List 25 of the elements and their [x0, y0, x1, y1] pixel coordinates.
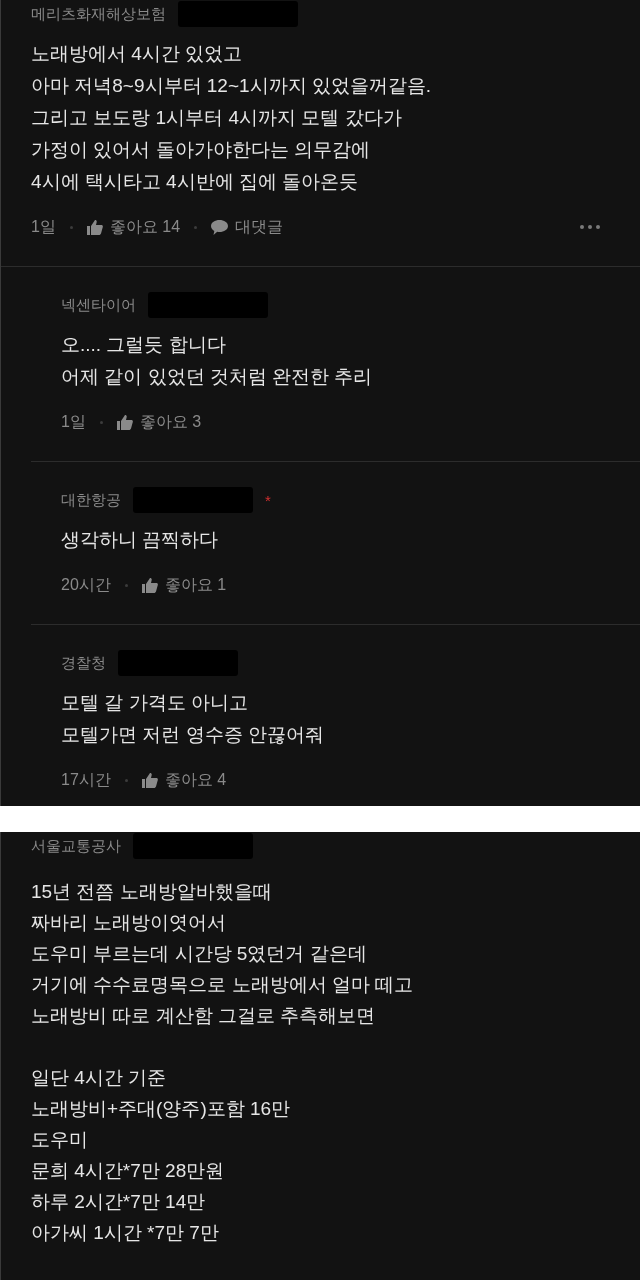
like-button[interactable]: 좋아요 1 [141, 574, 227, 596]
like-button[interactable]: 좋아요 4 [141, 769, 227, 791]
comment-text: 오.... 그럴듯 합니다 어제 같이 있었던 것처럼 완전한 추리 [61, 333, 374, 389]
comment-text: 노래방에서 4시간 있었고 아마 저녁8~9시부터 12~1시까지 있었을꺼같음. 그리고 보도랑 1시부터 4시까지 모텔 갔다가 가정이 있어서 돌아가야한다는 의무감에 4시에 택시타고 4시반에 집에 돌아온듯 [31, 42, 433, 194]
comment-time: 1일 [61, 411, 86, 432]
thumbs-up-icon [141, 772, 158, 788]
comment-time: 17시간 [61, 769, 111, 790]
author-name: 넥센타이어 [61, 295, 136, 315]
asterisk-mark: * [265, 491, 271, 509]
comment-time: 1일 [31, 216, 56, 237]
like-button[interactable]: 좋아요 3 [116, 411, 202, 433]
thumbs-up-icon [141, 577, 158, 593]
comment-text: 15년 전쯤 노래방알바했을때 짜바리 노래방이엿어서 도우미 부르는데 시간당 5였던거 같은데 거기에 수수료명목으로 노래방에서 얼마 떼고 노래방비 따로 계산함 그걸로 추측해보면 일단 4시간 기준 노래방비+주대(양주)포함 16만 도우미 문희 4시간*7만 28만원 하루 2시간*7만 14만 아가씨 1시간 *7만 7만 [31, 880, 415, 1245]
author-name: 서울교통공사 [31, 836, 121, 856]
thumbs-up-icon [86, 219, 103, 235]
reply-button[interactable]: 대댓글 [211, 216, 284, 238]
author-name: 대한항공 [61, 490, 121, 510]
like-button[interactable]: 좋아요 14 [86, 216, 181, 238]
comment-text: 모텔 갈 가격도 아니고 모텔가면 저런 영수증 안끊어줘 [61, 691, 325, 747]
author-name: 메리츠화재해상보험 [31, 4, 166, 24]
author-name: 경찰청 [61, 653, 106, 673]
thumbs-up-icon [116, 414, 133, 430]
comment-time: 20시간 [61, 574, 111, 595]
speech-bubble-icon [211, 219, 229, 235]
comment-text: 생각하니 끔찍하다 [61, 528, 220, 552]
